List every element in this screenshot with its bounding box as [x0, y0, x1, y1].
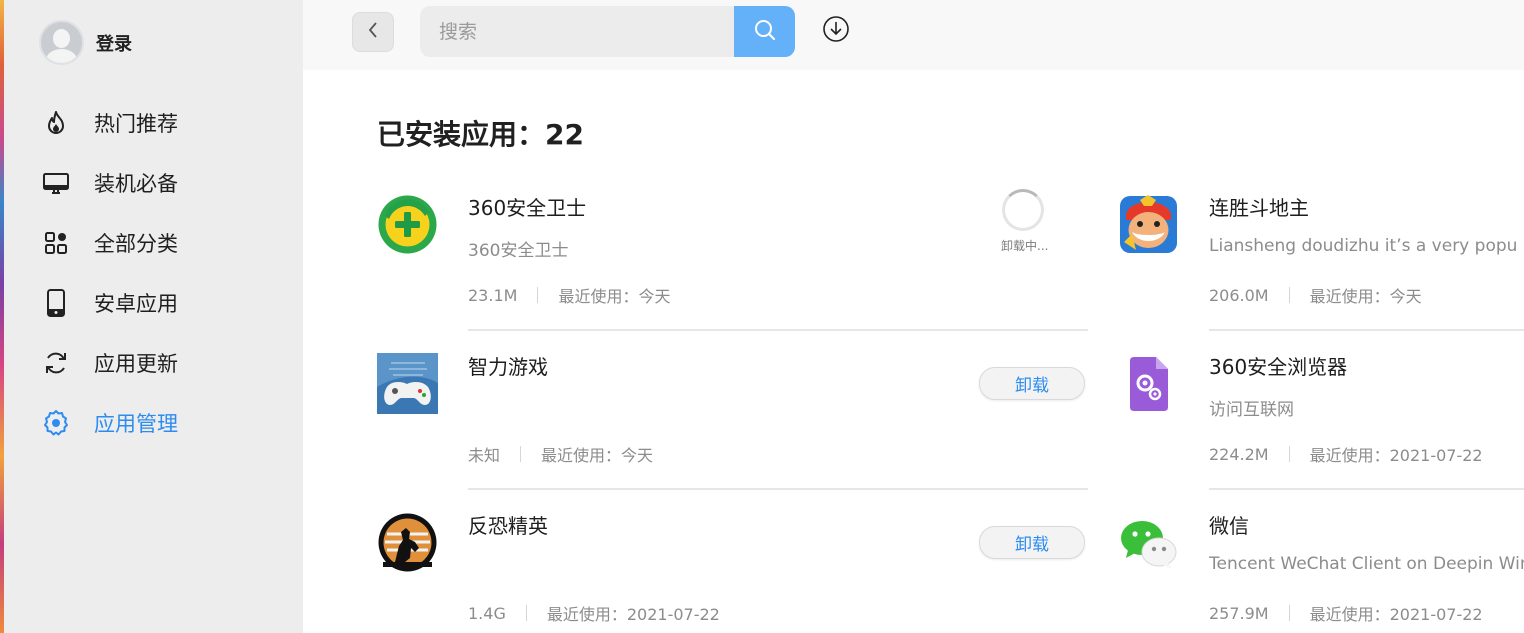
app-icon-360-security [377, 194, 438, 255]
app-meta: 224.2M 最近使用：2021-07-22 [1209, 442, 1483, 466]
app-last-used: 最近使用：2021-07-22 [1309, 605, 1483, 624]
sidebar-item-label: 装机必备 [94, 172, 178, 196]
app-last-used: 最近使用：2021-07-22 [1309, 446, 1483, 465]
app-name: 360安全浏览器 [1209, 355, 1348, 379]
app-meta: 1.4G 最近使用：2021-07-22 [468, 601, 720, 625]
app-last-used: 最近使用：今天 [558, 287, 671, 306]
divider [468, 329, 1088, 331]
sidebar-item-label: 安卓应用 [94, 292, 178, 316]
phone-icon [42, 289, 70, 317]
uninstall-button[interactable]: 卸载 [979, 526, 1085, 559]
app-size: 206.0M [1209, 285, 1269, 305]
uninstalling-label: 卸载中... [1001, 239, 1049, 253]
separator [1288, 446, 1290, 462]
sidebar-item-hot[interactable]: 热门推荐 [4, 93, 303, 153]
separator [537, 287, 539, 303]
divider [468, 488, 1088, 490]
sidebar-item-label: 全部分类 [94, 232, 178, 256]
app-name: 反恐精英 [468, 514, 548, 538]
flame-icon [42, 109, 70, 137]
back-button[interactable] [352, 12, 394, 52]
app-size: 257.9M [1209, 603, 1269, 623]
app-last-used: 最近使用：今天 [1309, 287, 1422, 306]
divider [1209, 488, 1524, 490]
separator [525, 605, 527, 621]
separator [1288, 605, 1290, 621]
uninstall-spinner [1002, 189, 1044, 231]
sidebar-item-essential[interactable]: 装机必备 [4, 153, 303, 213]
uninstall-button[interactable]: 卸载 [979, 367, 1085, 400]
app-meta: 206.0M 最近使用：今天 [1209, 283, 1422, 307]
refresh-icon [42, 349, 70, 377]
app-desc: 访问互联网 [1209, 400, 1294, 420]
app-icon-counter-strike [377, 512, 438, 573]
app-size: 未知 [468, 446, 501, 465]
app-last-used: 最近使用：2021-07-22 [546, 605, 720, 624]
avatar[interactable] [39, 20, 84, 65]
search-button[interactable] [734, 6, 795, 57]
app-name: 智力游戏 [468, 355, 548, 379]
app-size: 224.2M [1209, 444, 1269, 464]
login-area[interactable]: 登录 [39, 20, 132, 65]
sidebar-item-label: 应用更新 [94, 352, 178, 376]
app-name: 360安全卫士 [468, 196, 587, 220]
monitor-icon [42, 169, 70, 197]
app-icon-puzzle-game [377, 353, 438, 414]
app-size: 1.4G [468, 603, 506, 623]
sidebar-nav: 热门推荐 装机必备 全部分类 安卓应用 应用更新 应用管理 [4, 93, 303, 453]
app-meta: 23.1M 最近使用：今天 [468, 283, 670, 307]
download-icon [822, 15, 850, 47]
app-icon-browser [1118, 353, 1179, 414]
app-desc: 360安全卫士 [468, 241, 569, 261]
app-size: 23.1M [468, 285, 518, 305]
separator [1288, 287, 1290, 303]
sidebar-item-label: 热门推荐 [94, 112, 178, 136]
separator [520, 446, 522, 462]
app-name: 连胜斗地主 [1209, 196, 1309, 220]
search-box [420, 6, 795, 57]
app-icon-wechat [1118, 512, 1179, 573]
sidebar-item-android[interactable]: 安卓应用 [4, 273, 303, 333]
sidebar-item-label: 应用管理 [94, 412, 178, 436]
app-name: 微信 [1209, 514, 1249, 538]
login-label[interactable]: 登录 [96, 30, 132, 56]
grid-icon [42, 229, 70, 257]
sidebar-item-app-management[interactable]: 应用管理 [4, 393, 303, 453]
sidebar-item-updates[interactable]: 应用更新 [4, 333, 303, 393]
app-last-used: 最近使用：今天 [541, 446, 654, 465]
search-input[interactable] [420, 6, 734, 57]
app-icon-doudizhu [1118, 194, 1179, 255]
top-bar [303, 0, 1524, 70]
sidebar: 登录 热门推荐 装机必备 全部分类 安卓应用 应用更新 应用管理 [4, 0, 303, 633]
app-desc: Tencent WeChat Client on Deepin Win [1209, 554, 1524, 574]
gear-icon [42, 409, 70, 437]
sidebar-item-categories[interactable]: 全部分类 [4, 213, 303, 273]
page-title: 已安装应用：22 [377, 118, 584, 151]
app-meta: 257.9M 最近使用：2021-07-22 [1209, 601, 1483, 625]
download-button[interactable] [822, 15, 850, 47]
search-icon [753, 18, 777, 46]
app-meta: 未知 最近使用：今天 [468, 442, 653, 466]
divider [1209, 329, 1524, 331]
chevron-left-icon [367, 21, 379, 43]
app-desc: Liansheng doudizhu it’s a very popu [1209, 236, 1518, 256]
